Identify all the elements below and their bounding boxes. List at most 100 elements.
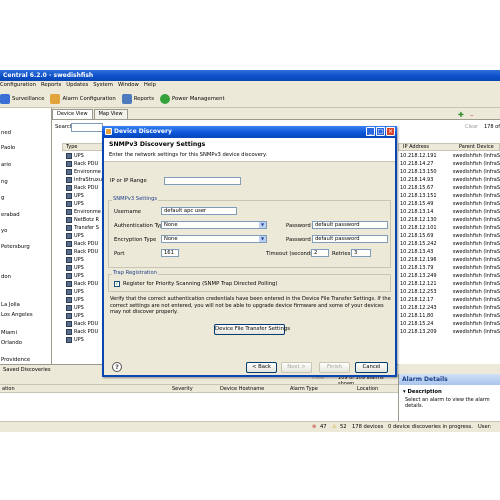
device-icon: [66, 329, 72, 335]
group-item[interactable]: Miami: [1, 330, 17, 336]
table-row[interactable]: 10.218.12.243 swedishfish (InfraS: [400, 305, 500, 311]
table-row[interactable]: 10.218.12.196 swedishfish (InfraS: [400, 257, 500, 263]
table-row[interactable]: 10.218.15.49 swedishfish (InfraS: [400, 201, 500, 207]
menu-system[interactable]: System: [93, 81, 113, 90]
table-row[interactable]: 10.218.13.150 swedishfish (InfraS: [400, 169, 500, 175]
power-management-button[interactable]: Power Management: [160, 93, 225, 104]
group-item[interactable]: Paolo: [1, 145, 15, 151]
group-item[interactable]: Orlando: [1, 340, 22, 346]
ip-range-input[interactable]: [164, 177, 241, 185]
device-row: Rack PDU: [66, 321, 98, 327]
add-device-icon[interactable]: ✚: [458, 111, 464, 119]
table-row[interactable]: 10.218.14.93 swedishfish (InfraS: [400, 177, 500, 183]
priority-scanning-label: Register for Priority Scanning (SNMP Tra…: [123, 281, 278, 287]
encryption-type-select[interactable]: None ▼: [161, 235, 267, 243]
table-row[interactable]: 10.218.13.151 swedishfish (InfraS: [400, 193, 500, 199]
device-icon: [66, 313, 72, 319]
back-button[interactable]: < Back: [246, 362, 277, 373]
group-item[interactable]: ned: [1, 130, 11, 136]
column-location[interactable]: Location: [357, 385, 378, 393]
group-item[interactable]: erabad: [1, 212, 20, 218]
column-severity[interactable]: Severity: [172, 385, 193, 393]
table-row[interactable]: 10.218.13.14 swedishfish (InfraS: [400, 209, 500, 215]
table-row[interactable]: 10.218.15.242 swedishfish (InfraS: [400, 241, 500, 247]
menu-updates[interactable]: Updates: [66, 81, 88, 90]
device-icon: [66, 249, 72, 255]
group-item[interactable]: Providence: [1, 357, 30, 363]
cancel-button[interactable]: Cancel: [355, 362, 388, 373]
authentication-type-label: Authentication Type: [114, 223, 167, 229]
authentication-type-select[interactable]: None ▼: [161, 221, 267, 229]
auth-password-input[interactable]: default password: [312, 221, 388, 229]
group-item[interactable]: g: [1, 195, 4, 201]
alarm-configuration-button[interactable]: Alarm Configuration: [50, 93, 116, 104]
table-row[interactable]: 10.218.12.101 swedishfish (InfraS: [400, 225, 500, 231]
table-row[interactable]: 10.218.13.209 swedishfish (InfraS: [400, 329, 500, 335]
snmpv3-settings-group: [108, 200, 391, 268]
column-parent-device[interactable]: Parent Device: [455, 144, 494, 150]
table-row[interactable]: 10.218.12.121 swedishfish (InfraS: [400, 281, 500, 287]
group-item[interactable]: La Jolla: [1, 302, 20, 308]
menu-help[interactable]: Help: [144, 81, 156, 90]
minimize-button[interactable]: _: [366, 127, 375, 136]
device-icon: [66, 273, 72, 279]
group-item[interactable]: Los Angeles: [1, 312, 33, 318]
reports-button[interactable]: Reports: [121, 93, 154, 104]
device-row: UPS: [66, 313, 84, 319]
table-row[interactable]: 10.218.13.43 swedishfish (InfraS: [400, 249, 500, 255]
remove-device-icon[interactable]: –: [470, 111, 474, 119]
menu-window[interactable]: Window: [118, 81, 139, 90]
port-input[interactable]: 161: [161, 249, 179, 257]
tab-map-view[interactable]: Map View: [93, 109, 128, 119]
column-location-short[interactable]: ation: [2, 385, 15, 393]
dialog-body: IP or IP Range SNMPv3 Settings Username …: [104, 162, 395, 348]
group-item[interactable]: yo: [1, 228, 7, 234]
group-item[interactable]: don: [1, 274, 11, 280]
column-device-hostname[interactable]: Device Hostname: [220, 385, 264, 393]
table-row[interactable]: 10.218.15.67 swedishfish (InfraS: [400, 185, 500, 191]
username-label: Username: [114, 209, 142, 215]
table-row[interactable]: 10.218.14.27 swedishfish (InfraS: [400, 161, 500, 167]
table-row[interactable]: 10.218.13.249 swedishfish (InfraS: [400, 273, 500, 279]
table-row[interactable]: 10.218.12.130 swedishfish (InfraS: [400, 217, 500, 223]
clear-search-button[interactable]: Clear: [465, 123, 478, 132]
column-alarm-type[interactable]: Alarm Type: [290, 385, 318, 393]
search-input[interactable]: [71, 123, 103, 132]
device-icon: [66, 281, 72, 287]
table-row[interactable]: 10.218.12.17 swedishfish (InfraS: [400, 297, 500, 303]
timeout-input[interactable]: 2: [311, 249, 329, 257]
username-input[interactable]: default apc user: [161, 207, 237, 215]
menu-reports[interactable]: Reports: [41, 81, 61, 90]
menu-configuration[interactable]: Configuration: [0, 81, 36, 90]
table-row[interactable]: 10.218.12.253 swedishfish (InfraS: [400, 289, 500, 295]
help-icon[interactable]: ?: [112, 362, 122, 372]
finish-button[interactable]: Finish: [319, 362, 350, 373]
table-row[interactable]: 10.218.13.79 swedishfish (InfraS: [400, 265, 500, 271]
group-item[interactable]: ario: [1, 162, 11, 168]
retries-input[interactable]: 3: [351, 249, 371, 257]
device-icon: [66, 265, 72, 271]
device-count: 178 devices: [352, 424, 384, 430]
table-row[interactable]: 10.218.11.80 swedishfish (InfraS: [400, 313, 500, 319]
surveillance-button[interactable]: Surveillance: [0, 93, 45, 104]
tab-saved-discoveries[interactable]: Saved Discoveries: [3, 367, 51, 373]
device-icon: [66, 321, 72, 327]
device-row: Transfer S: [66, 225, 99, 231]
close-button[interactable]: ×: [386, 127, 395, 136]
surveillance-label: Surveillance: [12, 95, 45, 102]
group-item[interactable]: Petersburg: [1, 244, 30, 250]
encryption-password-input[interactable]: default password: [312, 235, 388, 243]
table-row[interactable]: 10.218.15.24 swedishfish (InfraS: [400, 321, 500, 327]
priority-scanning-checkbox[interactable]: ✓: [114, 281, 120, 287]
column-type[interactable]: Type: [62, 143, 104, 151]
tab-device-view[interactable]: Device View: [52, 109, 93, 119]
group-item[interactable]: ng: [1, 179, 8, 185]
maximize-button[interactable]: □: [376, 127, 385, 136]
credentials-note: Verify that the correct authentication c…: [110, 296, 391, 315]
column-ip-address[interactable]: IP Address: [399, 144, 455, 150]
table-row[interactable]: 10.218.12.191 swedishfish (InfraS: [400, 153, 500, 159]
device-row: UPS: [66, 193, 84, 199]
table-row[interactable]: 10.218.15.69 swedishfish (InfraS: [400, 233, 500, 239]
next-button[interactable]: Next >: [281, 362, 312, 373]
device-file-transfer-settings-button[interactable]: Device File Transfer Settings: [214, 324, 290, 335]
